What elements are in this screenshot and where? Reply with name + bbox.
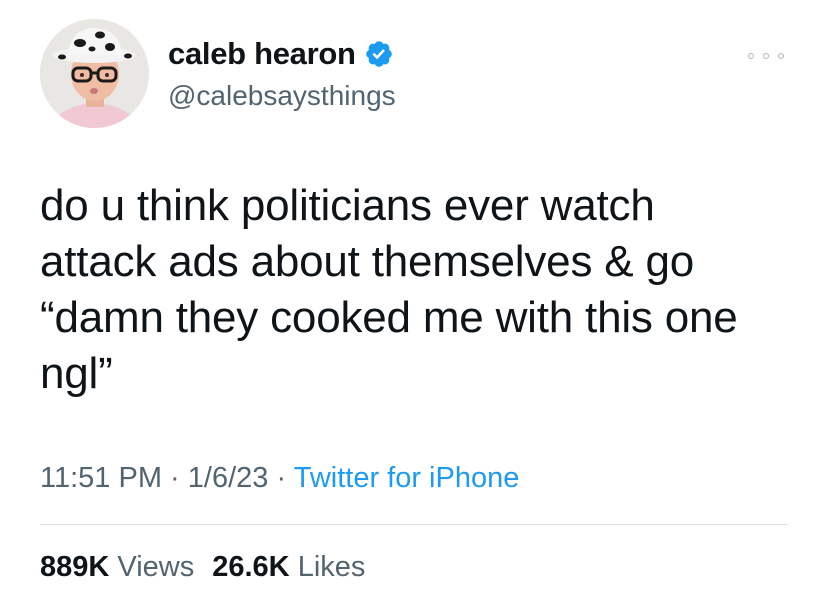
author-handle[interactable]: @calebsaysthings: [168, 80, 396, 112]
likes-count: 26.6K: [212, 551, 290, 583]
avatar-image: [40, 19, 149, 128]
tweet-source[interactable]: Twitter for iPhone: [294, 462, 520, 494]
more-dot: [763, 53, 769, 59]
more-dot: [778, 53, 784, 59]
tweet-meta: 11:51 PM · 1/6/23 · Twitter for iPhone: [40, 462, 519, 495]
more-dot: [748, 53, 754, 59]
likes-label: Likes: [297, 551, 366, 583]
author-name-row: caleb hearon: [168, 36, 394, 72]
avatar[interactable]: [40, 19, 149, 128]
tweet-time[interactable]: 11:51 PM: [40, 462, 162, 494]
author-display-name[interactable]: caleb hearon: [168, 36, 356, 72]
meta-separator: ·: [170, 462, 180, 494]
more-options-icon[interactable]: [748, 50, 784, 62]
meta-separator: ·: [276, 462, 287, 494]
likes-stat[interactable]: 26.6K Likes: [212, 551, 365, 584]
tweet-stats: 889K Views 26.6K Likes: [40, 551, 365, 584]
views-label: Views: [117, 551, 195, 583]
tweet-card: caleb hearon @calebsaysthings do u think…: [0, 0, 828, 611]
verified-badge-icon: [364, 39, 394, 69]
divider: [40, 524, 788, 525]
views-count: 889K: [40, 551, 110, 583]
tweet-date[interactable]: 1/6/23: [188, 462, 269, 494]
views-stat[interactable]: 889K Views: [40, 551, 194, 584]
tweet-text: do u think politicians ever watch attack…: [40, 181, 738, 398]
